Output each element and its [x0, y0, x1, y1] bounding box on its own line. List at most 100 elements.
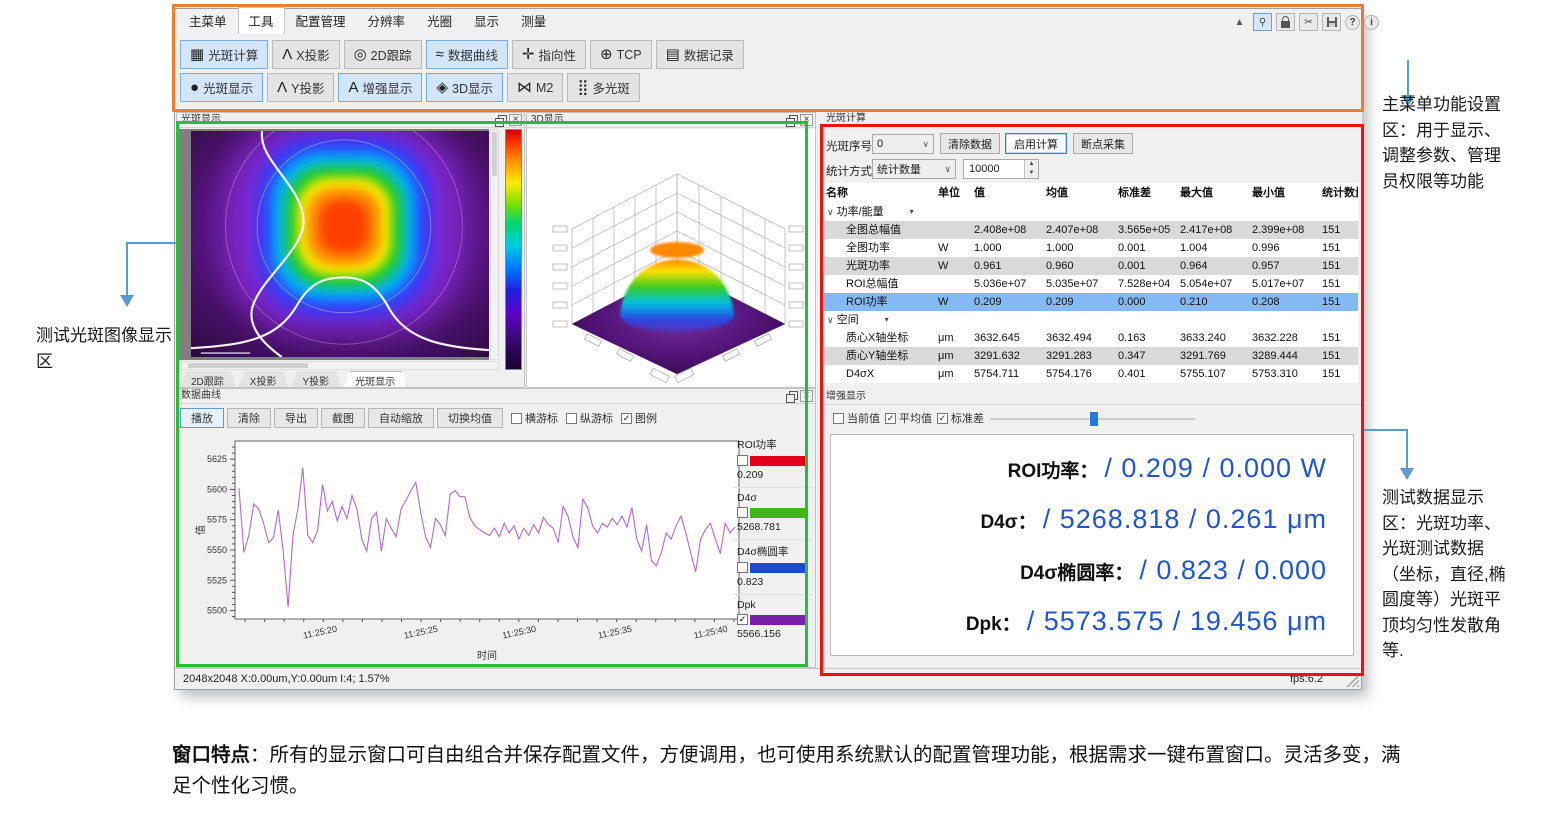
curve-button-播放[interactable]: 播放	[180, 408, 224, 428]
toolbar-button-2D跟踪[interactable]: ◎2D跟踪	[344, 40, 422, 69]
close-icon[interactable]: ×	[800, 114, 813, 126]
close-icon[interactable]: ×	[509, 114, 522, 126]
curve-checkbox-横游标[interactable]: 横游标	[511, 410, 558, 426]
row-value: 0.347	[1116, 347, 1178, 365]
toolbar-button-X投影[interactable]: ΛX投影	[272, 40, 339, 69]
toolbar-button-指向性[interactable]: ✛指向性	[512, 40, 586, 69]
legend-checkbox[interactable]: ✓	[737, 614, 748, 625]
resize-grip[interactable]	[1346, 674, 1359, 687]
table-group-空间[interactable]: ∨空间▾	[824, 311, 1358, 329]
collapse-caret-icon[interactable]: ∨	[824, 203, 837, 221]
3d-plot-area[interactable]	[527, 129, 815, 387]
collapse-icon[interactable]: ▲	[1230, 13, 1249, 31]
table-row-光斑功率[interactable]: 光斑功率W0.9610.9600.0010.9640.957151	[824, 257, 1358, 275]
float-window-icon[interactable]	[786, 391, 797, 402]
breakpoint-capture-button[interactable]: 断点采集	[1073, 133, 1133, 154]
beam-horizontal-scrollbar[interactable]	[177, 361, 499, 370]
toolbar-button-3D显示[interactable]: ◈3D显示	[426, 73, 503, 102]
table-row-质心X轴坐标[interactable]: 质心X轴坐标μm3632.6453632.4940.1633633.240363…	[824, 329, 1358, 347]
checkbox-icon[interactable]	[833, 413, 844, 424]
menu-item-分辨率[interactable]: 分辨率	[357, 7, 417, 34]
beam-tab-Y投影[interactable]: Y投影	[290, 371, 341, 388]
beam-tab-2D跟踪[interactable]: 2D跟踪	[179, 371, 236, 388]
row-value: 0.961	[972, 257, 1044, 275]
toolbar-button-Y投影[interactable]: ΛY投影	[267, 73, 334, 102]
filter-icon[interactable]: ▾	[910, 203, 914, 221]
slider-handle[interactable]	[1090, 412, 1098, 426]
scissors-icon[interactable]: ✂	[1299, 13, 1318, 31]
toolbar-button-数据记录[interactable]: ▤数据记录	[656, 40, 744, 69]
toolbar-button-光斑显示[interactable]: ●光斑显示	[180, 73, 263, 102]
table-group-功率/能量[interactable]: ∨功率/能量▾	[824, 203, 1358, 221]
beam-tab-光斑显示[interactable]: 光斑显示	[343, 371, 407, 388]
menu-item-光圈[interactable]: 光圈	[416, 7, 463, 34]
toolbar-button-数据曲线[interactable]: ≈数据曲线	[426, 40, 508, 69]
beam-tab-X投影[interactable]: X投影	[238, 371, 289, 388]
svg-text:11:25:20: 11:25:20	[302, 624, 338, 641]
menu-item-显示[interactable]: 显示	[463, 7, 510, 34]
menu-item-配置管理[interactable]: 配置管理	[285, 7, 357, 34]
lock-icon[interactable]	[1276, 13, 1295, 31]
beam-image-area[interactable]	[177, 129, 489, 360]
spinner-arrows[interactable]: ▲▼	[1024, 160, 1038, 178]
spot-seq-select[interactable]: 0 ∨	[872, 134, 934, 154]
menu-item-工具[interactable]: 工具	[238, 7, 285, 34]
footer-description: 窗口特点：所有的显示窗口可自由组合并保存配置文件，方便调用，也可使用系统默认的配…	[172, 740, 1412, 802]
toolbar-button-TCP[interactable]: ⊕TCP	[590, 40, 652, 69]
menu-item-测量[interactable]: 测量	[510, 7, 557, 34]
info-icon[interactable]: i	[1364, 15, 1379, 30]
enhanced-checkbox-当前值[interactable]: 当前值	[833, 410, 880, 426]
table-row-D4σX[interactable]: D4σXμm5754.7115754.1760.4015755.1075753.…	[824, 365, 1358, 383]
collapse-caret-icon[interactable]: ∨	[824, 311, 837, 329]
toolbar-button-增强显示[interactable]: A增强显示	[338, 73, 422, 102]
row-value: 5.036e+07	[972, 275, 1044, 293]
enhanced-checkbox-标准差[interactable]: ✓标准差	[937, 410, 984, 426]
checkbox-icon[interactable]: ✓	[937, 413, 948, 424]
checkbox-icon[interactable]	[511, 413, 522, 424]
callout-arrowhead-right	[1400, 468, 1414, 480]
table-row-ROI总幅值[interactable]: ROI总幅值5.036e+075.035e+077.528e+045.054e+…	[824, 275, 1358, 293]
menu-item-主菜单[interactable]: 主菜单	[178, 7, 238, 34]
curve-checkbox-图例[interactable]: ✓图例	[621, 410, 657, 426]
enhanced-slider[interactable]	[990, 418, 1195, 420]
clear-data-button[interactable]: 清除数据	[940, 133, 1000, 154]
readout-D4σ: D4σ：/ 5268.818 / 0.261 μm	[839, 504, 1327, 535]
checkbox-label: 图例	[635, 410, 657, 426]
toolbar-button-M2[interactable]: ⋈M2	[507, 73, 563, 102]
curve-button-清除[interactable]: 清除	[227, 408, 271, 428]
note-data-area: 测试数据显示区：光斑功率、光斑测试数据（坐标，直径,椭圆度等）光斑平顶均匀性发散…	[1382, 485, 1508, 664]
checkbox-icon[interactable]: ✓	[885, 413, 896, 424]
table-row-ROI功率[interactable]: ROI功率W0.2090.2090.0000.2100.208151	[824, 293, 1358, 311]
save-icon[interactable]	[1322, 13, 1341, 31]
pin-icon[interactable]: ⚲	[1253, 13, 1272, 31]
checkbox-icon[interactable]: ✓	[621, 413, 632, 424]
toolbar-button-光斑计算[interactable]: ▦光斑计算	[180, 40, 268, 69]
help-icon[interactable]: ?	[1345, 15, 1360, 30]
float-window-icon[interactable]	[786, 115, 797, 126]
svg-text:11:25:35: 11:25:35	[597, 624, 633, 641]
curve-button-切换均值[interactable]: 切换均值	[437, 408, 503, 428]
legend-checkbox[interactable]	[737, 562, 748, 573]
filter-icon[interactable]: ▾	[885, 311, 889, 329]
enhanced-checkbox-平均值[interactable]: ✓平均值	[885, 410, 932, 426]
curve-checkbox-纵游标[interactable]: 纵游标	[566, 410, 613, 426]
enable-calc-button[interactable]: 启用计算	[1005, 133, 1067, 154]
curve-button-截图[interactable]: 截图	[321, 408, 365, 428]
close-icon[interactable]: ×	[800, 390, 813, 402]
toolbar-button-多光斑[interactable]: ⣿多光斑	[567, 73, 640, 102]
stat-count-spinner[interactable]: 10000 ▲▼	[963, 159, 1039, 179]
row-value: 0.210	[1178, 293, 1250, 311]
table-row-质心Y轴坐标[interactable]: 质心Y轴坐标μm3291.6323291.2830.3473291.769328…	[824, 347, 1358, 365]
curve-button-导出[interactable]: 导出	[274, 408, 318, 428]
float-window-icon[interactable]	[495, 115, 506, 126]
legend-checkbox[interactable]	[737, 507, 748, 518]
beam-vertical-scrollbar[interactable]	[490, 129, 499, 360]
table-row-全图功率[interactable]: 全图功率W1.0001.0000.0011.0040.996151	[824, 239, 1358, 257]
curve-button-自动缩放[interactable]: 自动缩放	[368, 408, 434, 428]
row-value: 0.996	[1250, 239, 1320, 257]
table-row-全图总幅值[interactable]: 全图总幅值2.408e+082.407e+083.565e+052.417e+0…	[824, 221, 1358, 239]
row-value: 151	[1320, 347, 1358, 365]
stat-mode-select[interactable]: 统计数量 ∨	[872, 159, 956, 179]
legend-checkbox[interactable]	[737, 455, 748, 466]
checkbox-icon[interactable]	[566, 413, 577, 424]
